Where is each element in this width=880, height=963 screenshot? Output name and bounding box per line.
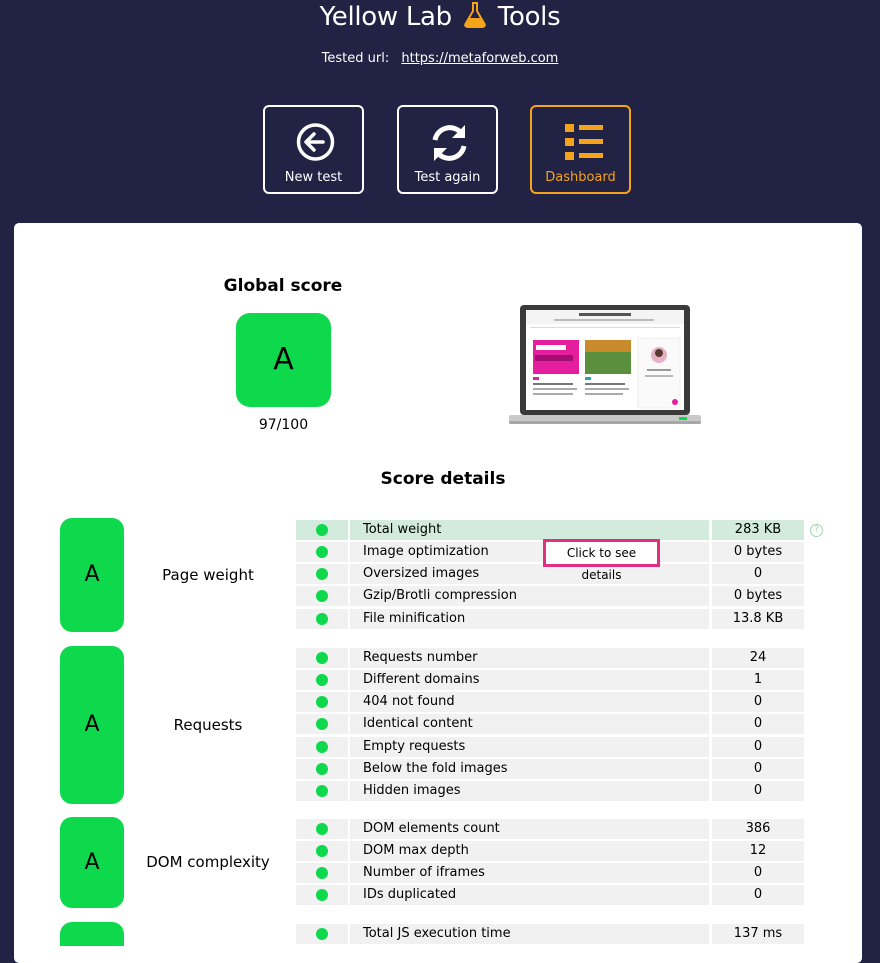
- rule-value: 0: [712, 759, 804, 779]
- rule-name: Oversized images: [350, 564, 709, 584]
- rule-value: 0: [712, 885, 804, 905]
- app-title: Yellow Lab Tools: [0, 2, 880, 35]
- dashboard-button[interactable]: Dashboard: [530, 105, 631, 194]
- status-dot: [296, 885, 348, 905]
- status-dot: [296, 841, 348, 861]
- rule-value: 1: [712, 670, 804, 690]
- flask-icon: [464, 2, 486, 35]
- global-score-title: Global score: [223, 276, 343, 296]
- rule-name: Below the fold images: [350, 759, 709, 779]
- rule-value: 24: [712, 648, 804, 668]
- requests-label: Requests: [173, 716, 243, 734]
- site-screenshot-thumbnail[interactable]: [509, 305, 701, 431]
- arrow-left-circle-icon: [265, 122, 362, 166]
- status-dot: [296, 609, 348, 629]
- status-dot: [296, 586, 348, 606]
- rule-name: IDs duplicated: [350, 885, 709, 905]
- rule-value: 386: [712, 819, 804, 839]
- tested-url-line: Tested url: https://metaforweb.com: [0, 51, 880, 66]
- tested-url-link[interactable]: https://metaforweb.com: [401, 51, 558, 66]
- js-execution-grade: [60, 922, 124, 946]
- title-right: Tools: [497, 2, 561, 32]
- dom-complexity-grade: A: [60, 817, 124, 908]
- help-icon[interactable]: ?: [810, 524, 823, 537]
- rule-name: Requests number: [350, 648, 709, 668]
- refresh-icon: [399, 122, 496, 166]
- rule-value: 13.8 KB: [712, 609, 804, 629]
- rule-name: Hidden images: [350, 781, 709, 801]
- rule-name: Different domains: [350, 670, 709, 690]
- status-dot: [296, 863, 348, 883]
- test-again-label: Test again: [414, 170, 481, 185]
- rule-name: Identical content: [350, 714, 709, 734]
- rule-value: 0: [712, 863, 804, 883]
- global-grade-badge: A: [236, 313, 331, 407]
- status-dot: [296, 692, 348, 712]
- status-dot: [296, 648, 348, 668]
- new-test-button[interactable]: New test: [263, 105, 364, 194]
- dashboard-label: Dashboard: [545, 170, 616, 185]
- rule-value: 0: [712, 781, 804, 801]
- rule-name: Total JS execution time: [350, 924, 709, 944]
- tested-label: Tested url:: [321, 51, 390, 66]
- rule-value: 0: [712, 564, 804, 584]
- page-weight-label: Page weight: [162, 566, 254, 584]
- rule-name: Total weight: [350, 520, 709, 540]
- page-weight-grade: A: [60, 518, 124, 632]
- new-test-label: New test: [284, 170, 343, 185]
- status-dot: [296, 737, 348, 757]
- status-dot: [296, 924, 348, 944]
- status-dot: [296, 781, 348, 801]
- rule-name: DOM elements count: [350, 819, 709, 839]
- rule-name: Gzip/Brotli compression: [350, 586, 709, 606]
- rule-value: 0: [712, 692, 804, 712]
- details-tooltip: Click to see details: [543, 539, 660, 582]
- rule-value: 0: [712, 714, 804, 734]
- status-dot: [296, 520, 348, 540]
- status-dot: [296, 542, 348, 562]
- requests-grade: A: [60, 646, 124, 804]
- rule-name: DOM max depth: [350, 841, 709, 861]
- score-details-title: Score details: [380, 469, 506, 489]
- rule-value: 12: [712, 841, 804, 861]
- status-dot: [296, 564, 348, 584]
- list-icon: [532, 122, 629, 166]
- title-left: Yellow Lab: [319, 2, 453, 32]
- rule-name: File minification: [350, 609, 709, 629]
- rule-name: Empty requests: [350, 737, 709, 757]
- rule-value: 0 bytes: [712, 586, 804, 606]
- test-again-button[interactable]: Test again: [397, 105, 498, 194]
- rule-value: 137 ms: [712, 924, 804, 944]
- status-dot: [296, 714, 348, 734]
- status-dot: [296, 670, 348, 690]
- global-score-value: 97/100: [258, 417, 309, 433]
- dom-complexity-label: DOM complexity: [146, 853, 270, 871]
- rule-name: Number of iframes: [350, 863, 709, 883]
- rule-value: 283 KB: [712, 520, 804, 540]
- rule-value: 0: [712, 737, 804, 757]
- status-dot: [296, 759, 348, 779]
- status-dot: [296, 819, 348, 839]
- rule-value: 0 bytes: [712, 542, 804, 562]
- rule-name: 404 not found: [350, 692, 709, 712]
